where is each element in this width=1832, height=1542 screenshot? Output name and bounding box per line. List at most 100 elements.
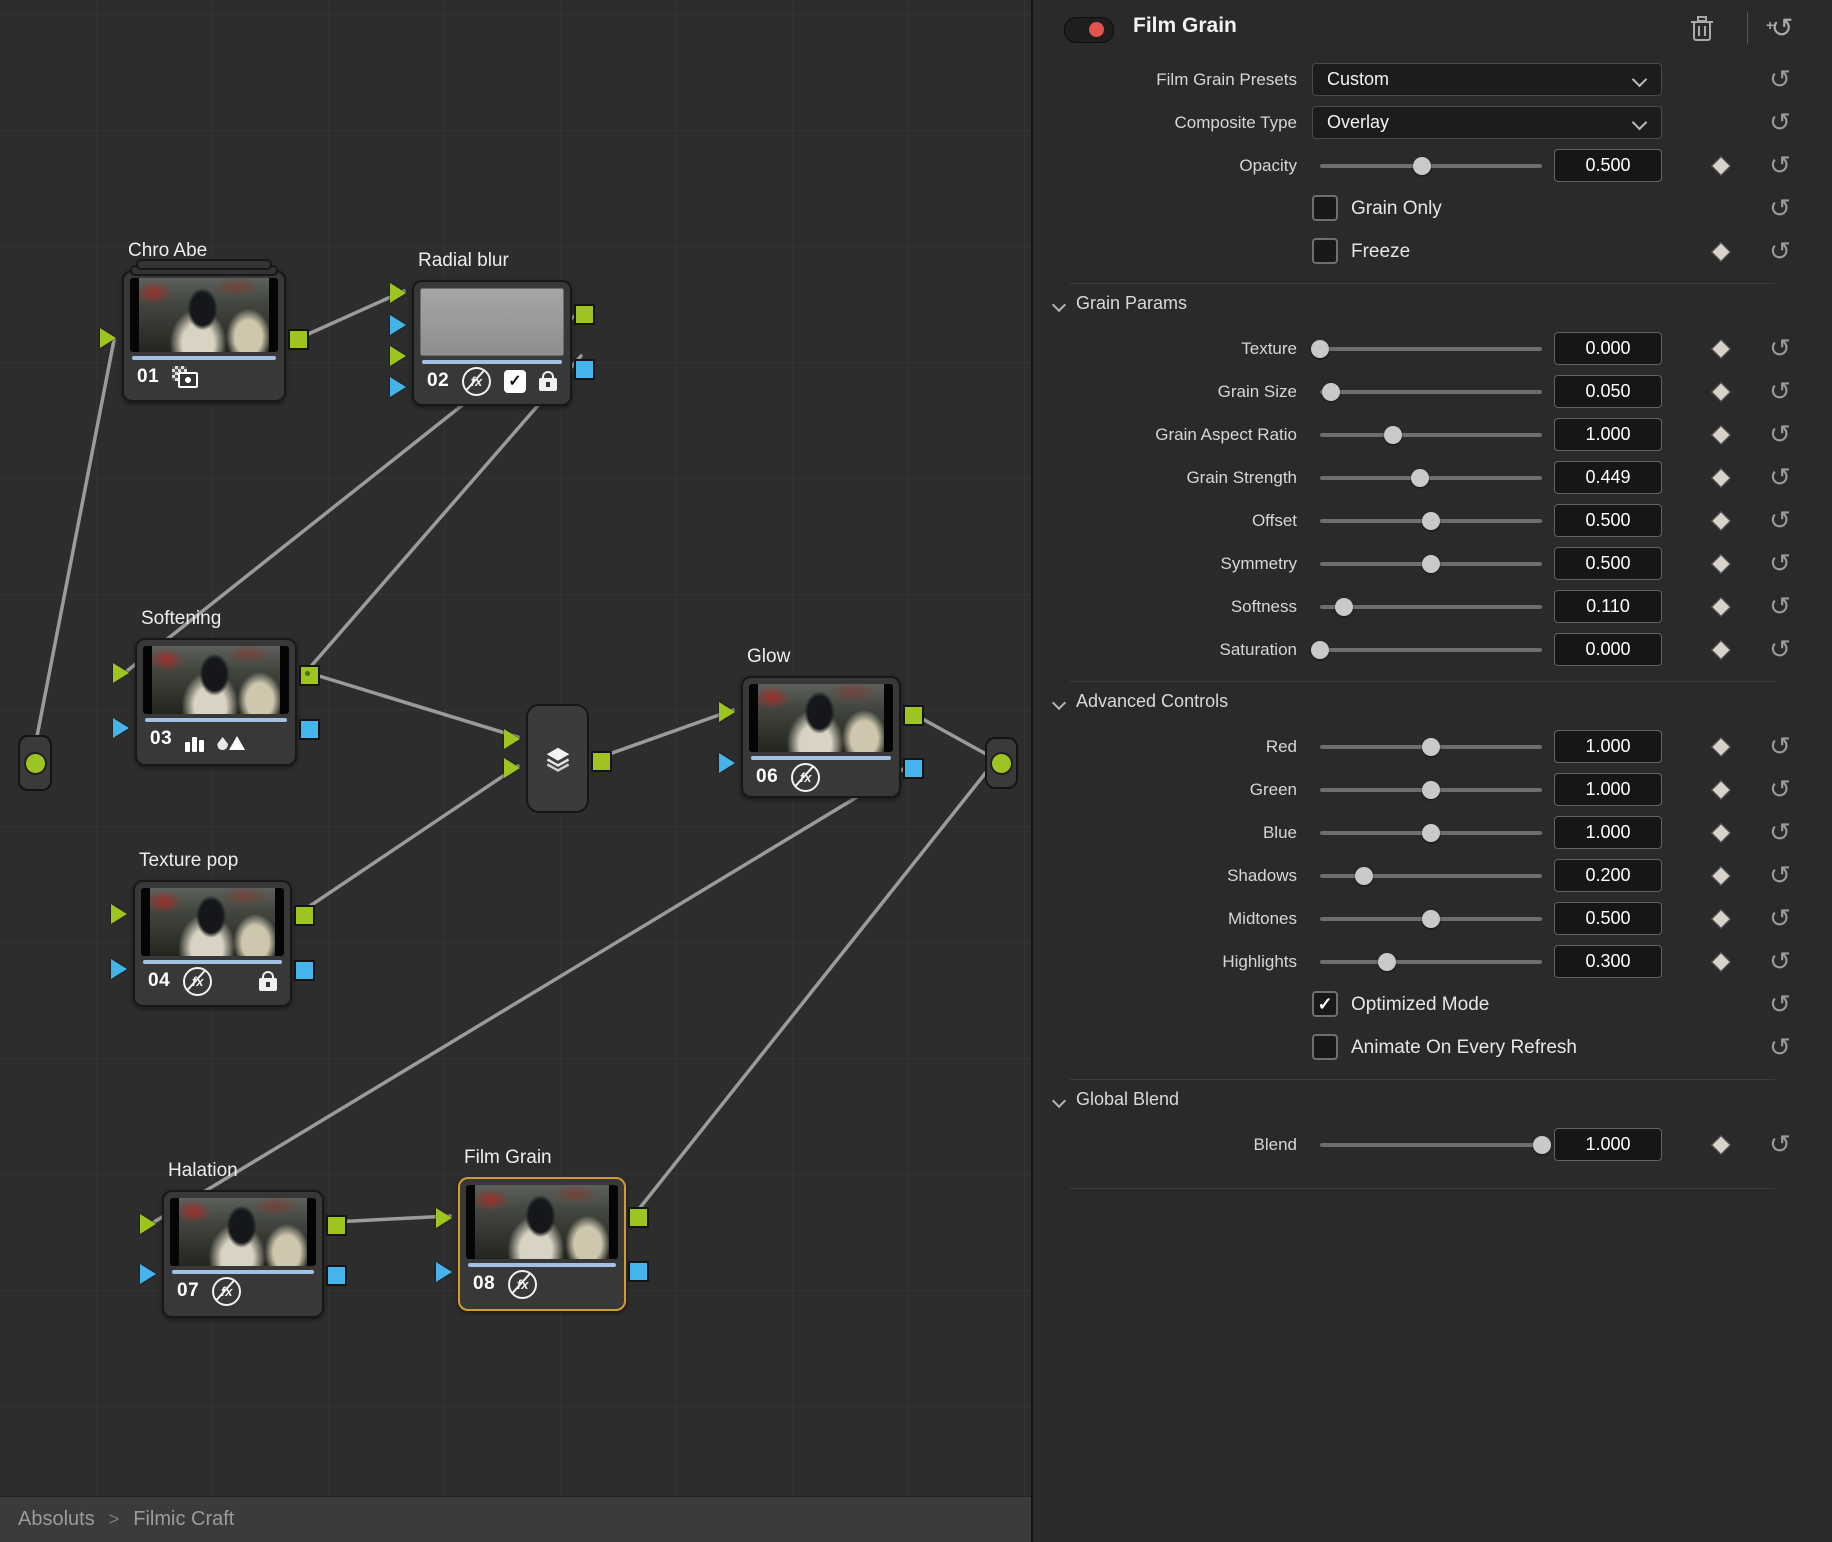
reset-icon[interactable]: ↺: [1766, 989, 1794, 1019]
grain-strength-slider[interactable]: [1320, 476, 1542, 480]
reset-icon[interactable]: ↺: [1766, 1129, 1794, 1159]
reset-icon[interactable]: ↺: [1766, 774, 1794, 804]
grain-only-checkbox[interactable]: [1312, 195, 1338, 221]
breadcrumb-item-root[interactable]: Absoluts: [18, 1508, 95, 1531]
highlights-value-field[interactable]: 0.300: [1554, 945, 1662, 978]
reset-icon[interactable]: ↺: [1766, 817, 1794, 847]
blue-output-port[interactable]: [574, 359, 595, 380]
reset-icon[interactable]: ↺: [1766, 505, 1794, 535]
reset-all-icon[interactable]: ↺+: [1764, 10, 1800, 46]
green-output-port[interactable]: [628, 1207, 649, 1228]
keyframe-diamond-icon[interactable]: [1711, 823, 1731, 843]
reset-icon[interactable]: ↺: [1766, 236, 1794, 266]
texture-slider[interactable]: [1320, 347, 1542, 351]
blue-input-port[interactable]: [719, 753, 735, 773]
slider-thumb[interactable]: [1322, 383, 1340, 401]
green-output-port[interactable]: [294, 905, 315, 926]
keyframe-diamond-icon[interactable]: [1711, 425, 1731, 445]
blend-value-field[interactable]: 1.000: [1554, 1128, 1662, 1161]
midtones-value-field[interactable]: 0.500: [1554, 902, 1662, 935]
green-input-port[interactable]: [140, 1214, 156, 1234]
blend-slider[interactable]: [1320, 1143, 1542, 1147]
endpoint-port[interactable]: [992, 754, 1011, 773]
green-input-port[interactable]: [113, 663, 129, 683]
reset-icon[interactable]: ↺: [1766, 419, 1794, 449]
source-endpoint-node[interactable]: [18, 735, 52, 791]
keyframe-diamond-icon[interactable]: [1711, 1135, 1731, 1155]
slider-thumb[interactable]: [1378, 953, 1396, 971]
slider-thumb[interactable]: [1422, 512, 1440, 530]
reset-icon[interactable]: ↺: [1766, 376, 1794, 406]
slider-thumb[interactable]: [1311, 340, 1329, 358]
output-endpoint-node[interactable]: [985, 737, 1018, 789]
green-input-port[interactable]: [719, 702, 735, 722]
blue-slider[interactable]: [1320, 831, 1542, 835]
reset-icon[interactable]: ↺: [1766, 860, 1794, 890]
slider-thumb[interactable]: [1422, 555, 1440, 573]
keyframe-diamond-icon[interactable]: [1711, 554, 1731, 574]
section-header-grain-params[interactable]: Grain Params: [1033, 273, 1832, 327]
grain-strength-value-field[interactable]: 0.449: [1554, 461, 1662, 494]
delete-effect-icon[interactable]: [1688, 14, 1716, 44]
green-input-port[interactable]: [100, 328, 116, 348]
reset-icon[interactable]: ↺: [1766, 548, 1794, 578]
symmetry-value-field[interactable]: 0.500: [1554, 547, 1662, 580]
offset-value-field[interactable]: 0.500: [1554, 504, 1662, 537]
keyframe-diamond-icon[interactable]: [1711, 909, 1731, 929]
softness-slider[interactable]: [1320, 605, 1542, 609]
graph-node-radial-blur[interactable]: Radial blur02fx✓: [412, 280, 572, 406]
green-value-field[interactable]: 1.000: [1554, 773, 1662, 806]
breadcrumb-item-current[interactable]: Filmic Craft: [133, 1508, 234, 1531]
reset-icon[interactable]: ↺: [1766, 903, 1794, 933]
green-output-port[interactable]: [299, 665, 320, 686]
graph-node-softening[interactable]: Softening03: [135, 638, 297, 766]
green-input-port[interactable]: [111, 904, 127, 924]
reset-icon[interactable]: ↺: [1766, 107, 1794, 137]
softness-value-field[interactable]: 0.110: [1554, 590, 1662, 623]
opacity-value-field[interactable]: 0.500: [1554, 149, 1662, 182]
slider-thumb[interactable]: [1422, 824, 1440, 842]
reset-icon[interactable]: ↺: [1766, 634, 1794, 664]
slider-thumb[interactable]: [1384, 426, 1402, 444]
composite-type-dropdown[interactable]: Overlay: [1312, 106, 1662, 139]
section-header-advanced-controls[interactable]: Advanced Controls: [1033, 671, 1832, 725]
keyframe-diamond-icon[interactable]: [1711, 640, 1731, 660]
green-output-port[interactable]: [326, 1215, 347, 1236]
keyframe-diamond-icon[interactable]: [1711, 511, 1731, 531]
green-input-port[interactable]: [436, 1208, 452, 1228]
green-input-port[interactable]: [504, 729, 520, 749]
node-graph-canvas[interactable]: Chro Abe01Radial blur02fx✓Softening03Tex…: [0, 0, 1031, 1496]
graph-node-film-grain[interactable]: Film Grain08fx: [458, 1177, 626, 1311]
red-slider[interactable]: [1320, 745, 1542, 749]
symmetry-slider[interactable]: [1320, 562, 1542, 566]
graph-node-chro-abe[interactable]: Chro Abe01: [122, 270, 286, 402]
grain-size-value-field[interactable]: 0.050: [1554, 375, 1662, 408]
opacity-slider[interactable]: [1320, 164, 1542, 168]
blue-input-port[interactable]: [111, 959, 127, 979]
shadows-slider[interactable]: [1320, 874, 1542, 878]
reset-icon[interactable]: ↺: [1766, 462, 1794, 492]
slider-thumb[interactable]: [1355, 867, 1373, 885]
red-value-field[interactable]: 1.000: [1554, 730, 1662, 763]
keyframe-diamond-icon[interactable]: [1711, 156, 1731, 176]
blue-output-port[interactable]: [903, 758, 924, 779]
green-input-port[interactable]: [390, 283, 406, 303]
effect-enable-toggle[interactable]: [1064, 17, 1114, 43]
grain-aspect-ratio-value-field[interactable]: 1.000: [1554, 418, 1662, 451]
slider-thumb[interactable]: [1311, 641, 1329, 659]
blue-output-port[interactable]: [294, 960, 315, 981]
midtones-slider[interactable]: [1320, 917, 1542, 921]
keyframe-diamond-icon[interactable]: [1711, 952, 1731, 972]
shadows-value-field[interactable]: 0.200: [1554, 859, 1662, 892]
reset-icon[interactable]: ↺: [1766, 64, 1794, 94]
texture-value-field[interactable]: 0.000: [1554, 332, 1662, 365]
reset-icon[interactable]: ↺: [1766, 333, 1794, 363]
keyframe-diamond-icon[interactable]: [1711, 242, 1731, 262]
section-header-global-blend[interactable]: Global Blend: [1033, 1069, 1832, 1123]
green-output-port[interactable]: [288, 329, 309, 350]
blue-output-port[interactable]: [299, 719, 320, 740]
highlights-slider[interactable]: [1320, 960, 1542, 964]
slider-thumb[interactable]: [1411, 469, 1429, 487]
graph-node-halation[interactable]: Halation07fx: [162, 1190, 324, 1318]
green-output-port[interactable]: [574, 304, 595, 325]
